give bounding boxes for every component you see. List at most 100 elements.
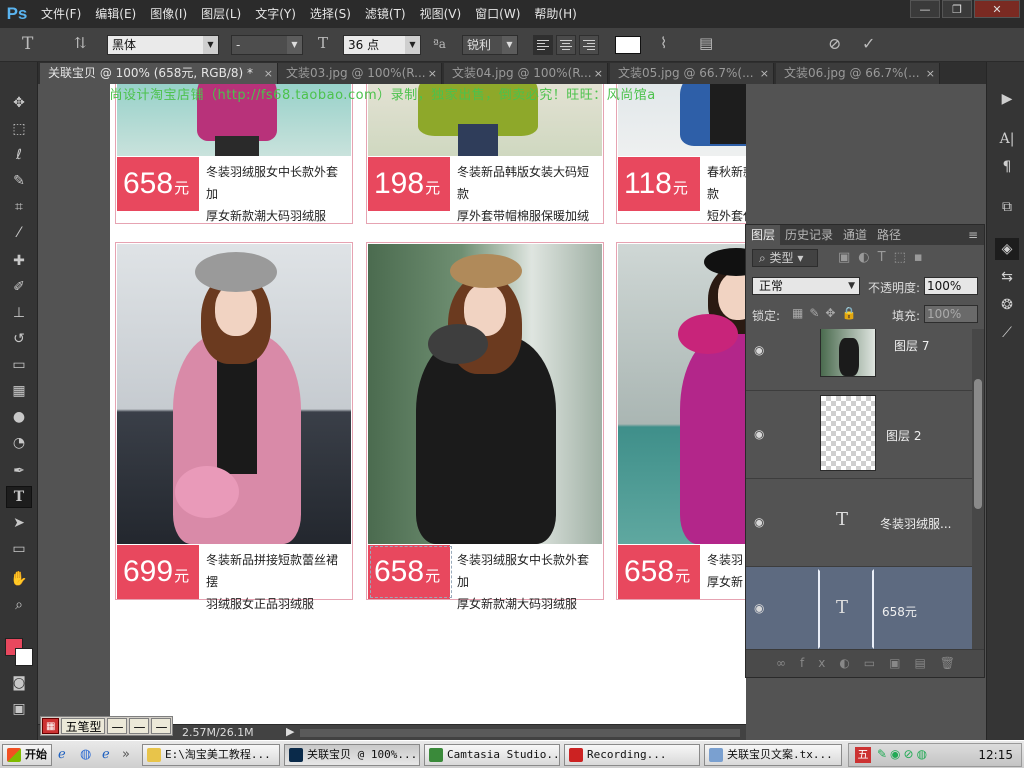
- font-style-select[interactable]: - ▼: [231, 35, 303, 55]
- adjustments-icon[interactable]: ❂: [995, 294, 1019, 316]
- menu-select[interactable]: 选择(S): [303, 0, 358, 28]
- tab-document[interactable]: 文装05.jpg @ 66.7%(... ×: [610, 63, 774, 84]
- browser-icon[interactable]: ◍: [80, 747, 91, 762]
- menu-type[interactable]: 文字(Y): [248, 0, 303, 28]
- layers-icon[interactable]: ◈: [995, 238, 1019, 260]
- clone-stamp-tool-icon[interactable]: ⊥: [6, 302, 32, 324]
- close-icon[interactable]: ×: [428, 63, 437, 84]
- menu-image[interactable]: 图像(I): [143, 0, 194, 28]
- menu-file[interactable]: 文件(F): [34, 0, 88, 28]
- history-brush-tool-icon[interactable]: ↺: [6, 328, 32, 350]
- font-size-select[interactable]: 36 点 ▼: [343, 35, 421, 55]
- 3d-icon[interactable]: ⧉: [995, 196, 1019, 218]
- hand-tool-icon[interactable]: ✋: [6, 568, 32, 590]
- font-family-select[interactable]: 黑体 ▼: [107, 35, 219, 55]
- move-tool-icon[interactable]: ✥: [6, 92, 32, 114]
- align-right-button[interactable]: [579, 35, 599, 55]
- tray-icons[interactable]: ✎◉⊘◍: [877, 747, 930, 761]
- menu-filter[interactable]: 滤镜(T): [358, 0, 413, 28]
- tray-ime-icon[interactable]: 五: [855, 747, 871, 763]
- screen-mode-icon[interactable]: ▣: [6, 698, 32, 720]
- tab-document-active[interactable]: 关联宝贝 @ 100% (658元, RGB/8) * ×: [40, 63, 278, 84]
- menu-layer[interactable]: 图层(L): [194, 0, 248, 28]
- restore-button[interactable]: ❐: [942, 0, 972, 18]
- close-icon[interactable]: ×: [926, 63, 935, 84]
- play-icon[interactable]: ▶: [995, 88, 1019, 110]
- marquee-tool-icon[interactable]: ⬚: [6, 118, 32, 140]
- tab-document[interactable]: 文装06.jpg @ 66.7%(... ×: [776, 63, 940, 84]
- close-icon[interactable]: ×: [594, 63, 603, 84]
- quick-select-tool-icon[interactable]: ✎: [6, 170, 32, 192]
- commit-edit-icon[interactable]: ✓: [862, 34, 875, 53]
- menu-help[interactable]: 帮助(H): [527, 0, 583, 28]
- minimize-button[interactable]: —: [910, 0, 940, 18]
- taskbar-item-camtasia[interactable]: Camtasia Studio...: [424, 744, 560, 766]
- crop-tool-icon[interactable]: ⌗: [6, 196, 32, 218]
- close-icon[interactable]: ×: [760, 63, 769, 84]
- filter-icons[interactable]: ▣◐T⬚▪: [838, 250, 931, 265]
- ime-mode-button[interactable]: 五笔型: [61, 718, 106, 734]
- opacity-input[interactable]: 100%: [924, 277, 978, 295]
- layer-filter-select[interactable]: ⌕ 类型 ▾: [752, 249, 818, 267]
- path-select-tool-icon[interactable]: ➤: [6, 512, 32, 534]
- layer-row-selected[interactable]: ◉ T 658元: [746, 567, 972, 649]
- type-tool-icon[interactable]: T: [6, 486, 32, 508]
- character-icon[interactable]: A|: [995, 128, 1019, 150]
- brush-tool-icon[interactable]: ✐: [6, 276, 32, 298]
- close-icon[interactable]: ×: [264, 63, 273, 84]
- panel-menu-icon[interactable]: ≡: [968, 228, 978, 242]
- pen-tool-icon[interactable]: ✒: [6, 460, 32, 482]
- visibility-eye-icon[interactable]: ◉: [754, 515, 764, 529]
- tab-history[interactable]: 历史记录: [780, 225, 838, 245]
- channels-icon[interactable]: ⇆: [995, 266, 1019, 288]
- layer-row[interactable]: ◉ 图层 2: [746, 391, 972, 479]
- document-canvas[interactable]: 658元 冬装羽绒服女中长款外套加 厚女新款潮大码羽绒服 198元 冬装新品韩版女…: [110, 84, 746, 724]
- type-tool-preset-icon[interactable]: T: [22, 34, 33, 54]
- background-color-swatch[interactable]: [15, 648, 33, 666]
- layers-scrollbar[interactable]: [972, 329, 984, 649]
- toggle-text-orientation-icon[interactable]: ⇅: [74, 34, 87, 52]
- align-left-button[interactable]: [533, 35, 553, 55]
- show-desktop-icon[interactable]: »: [122, 747, 130, 762]
- eyedropper-tool-icon[interactable]: ⁄: [6, 222, 32, 244]
- taskbar-item-recording[interactable]: Recording...: [564, 744, 700, 766]
- zoom-tool-icon[interactable]: ⌕: [6, 594, 32, 616]
- visibility-eye-icon[interactable]: ◉: [754, 343, 764, 357]
- horizontal-scrollbar[interactable]: [300, 729, 740, 737]
- start-button[interactable]: 开始: [2, 744, 52, 766]
- lasso-tool-icon[interactable]: ℓ: [6, 144, 32, 166]
- visibility-eye-icon[interactable]: ◉: [754, 427, 764, 441]
- layer-row[interactable]: ◉ T 冬装羽绒服...: [746, 479, 972, 567]
- fill-input[interactable]: 100%: [924, 305, 978, 323]
- cancel-edit-icon[interactable]: ⊘: [828, 34, 841, 53]
- tab-paths[interactable]: 路径: [872, 225, 906, 245]
- ime-button[interactable]: —: [107, 718, 128, 734]
- healing-brush-tool-icon[interactable]: ✚: [6, 250, 32, 272]
- blend-mode-select[interactable]: 正常 ▼: [752, 277, 860, 295]
- lock-icons[interactable]: ▦✎✥🔒: [792, 306, 862, 320]
- tab-layers[interactable]: 图层: [746, 225, 781, 245]
- eraser-tool-icon[interactable]: ▭: [6, 354, 32, 376]
- tab-channels[interactable]: 通道: [838, 225, 872, 245]
- visibility-eye-icon[interactable]: ◉: [754, 601, 764, 615]
- paragraph-icon[interactable]: ¶: [995, 156, 1019, 178]
- quick-mask-icon[interactable]: ◙: [6, 672, 32, 694]
- ie-icon[interactable]: ℯ: [58, 747, 66, 762]
- blur-tool-icon[interactable]: ●: [6, 406, 32, 428]
- gradient-tool-icon[interactable]: ▦: [6, 380, 32, 402]
- layer-row[interactable]: ◉ 图层 7: [746, 329, 972, 391]
- ime-button[interactable]: —: [129, 718, 150, 734]
- taskbar-item-photoshop[interactable]: 关联宝贝 @ 100%...: [284, 744, 420, 766]
- rectangle-tool-icon[interactable]: ▭: [6, 538, 32, 560]
- warp-text-icon[interactable]: ⌇: [660, 34, 667, 52]
- antialias-select[interactable]: 锐利 ▼: [462, 35, 518, 55]
- align-center-button[interactable]: [556, 35, 576, 55]
- menu-window[interactable]: 窗口(W): [468, 0, 527, 28]
- taskbar-item-notepad[interactable]: 关联宝贝文案.tx...: [704, 744, 842, 766]
- ie-icon[interactable]: ℯ: [102, 747, 110, 762]
- paths-icon[interactable]: ⟋: [995, 322, 1019, 344]
- dodge-tool-icon[interactable]: ◔: [6, 432, 32, 454]
- ime-button[interactable]: —: [151, 718, 172, 734]
- menu-edit[interactable]: 编辑(E): [88, 0, 143, 28]
- taskbar-item-explorer[interactable]: E:\淘宝美工教程...: [142, 744, 280, 766]
